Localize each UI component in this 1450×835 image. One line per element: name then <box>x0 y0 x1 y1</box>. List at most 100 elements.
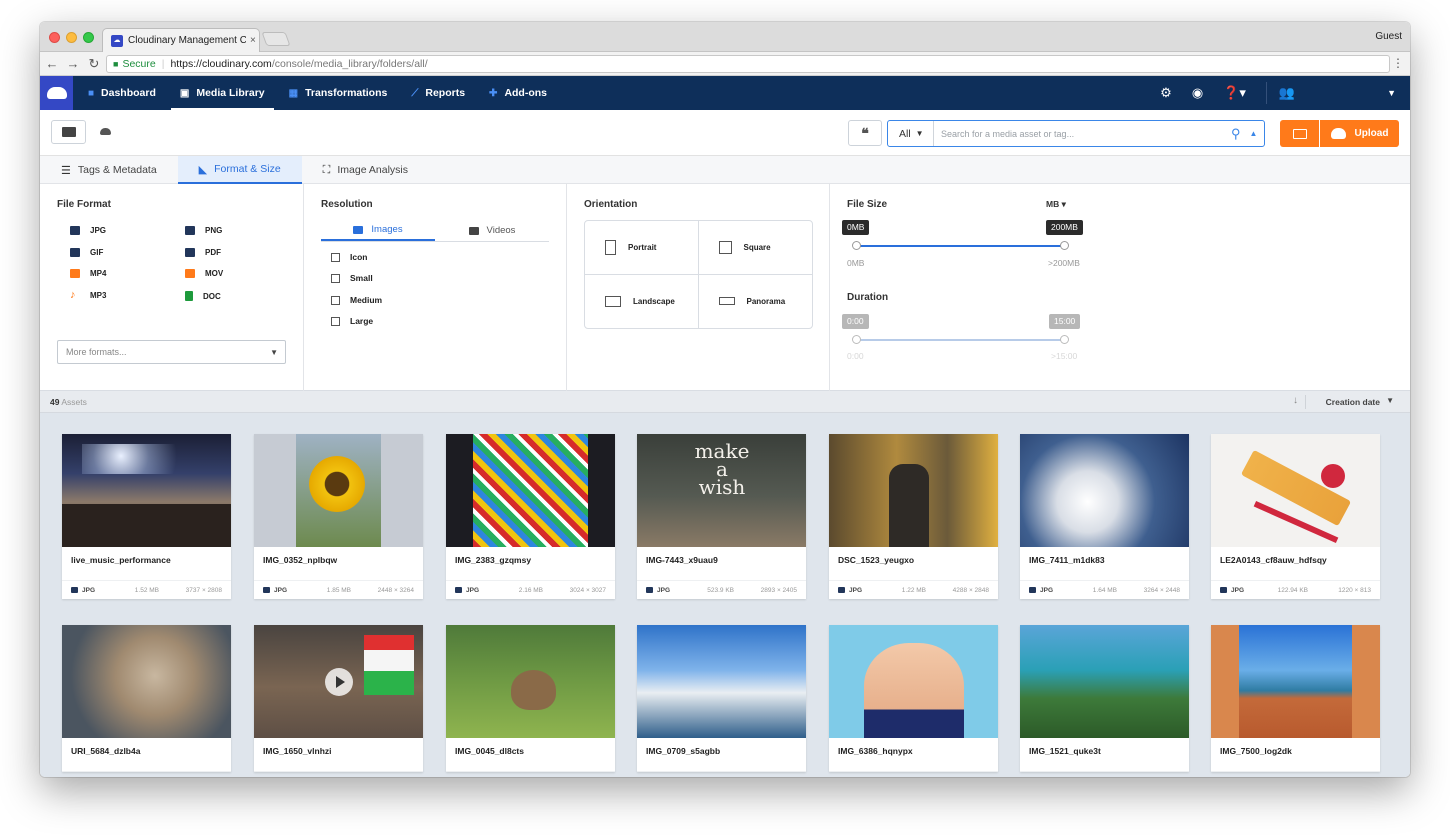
panorama-icon <box>718 297 735 306</box>
asset-thumbnail[interactable]: make a wish <box>637 434 806 547</box>
size-unit-dropdown[interactable]: MB ▾ <box>1046 199 1066 210</box>
asset-thumbnail[interactable] <box>446 434 615 547</box>
cloudinary-logo-icon[interactable] <box>40 76 73 110</box>
asset-card[interactable]: IMG_0352_nplbqw JPG 1.85 MB 2448 × 3264 <box>254 434 423 599</box>
nav-item-media-library[interactable]: ▣ Media Library <box>170 76 274 110</box>
size-min-handle[interactable] <box>852 241 861 250</box>
tab-images[interactable]: Images <box>321 220 435 241</box>
checkbox[interactable] <box>331 316 340 326</box>
asset-card[interactable]: IMG_0045_dl8cts <box>446 625 615 772</box>
tab-tags-metadata[interactable]: ☰ Tags & Metadata <box>40 156 178 184</box>
nav-item-addons[interactable]: ✚ Add-ons <box>480 76 556 110</box>
nav-item-transformations[interactable]: ▦ Transformations <box>280 76 397 110</box>
duration-max-handle[interactable] <box>1060 335 1069 344</box>
folder-view-button[interactable] <box>51 120 86 144</box>
format-option-mp4[interactable]: MP4 <box>70 269 106 278</box>
asset-thumbnail[interactable] <box>1020 625 1189 738</box>
asset-card[interactable]: IMG_2383_gzqmsy JPG 2.16 MB 3024 × 3027 <box>446 434 615 599</box>
format-option-png[interactable]: PNG <box>185 226 222 235</box>
format-option-gif[interactable]: GIF <box>70 248 103 257</box>
asset-thumbnail[interactable] <box>829 434 998 547</box>
asset-thumbnail[interactable] <box>1211 434 1380 547</box>
chevron-down-icon[interactable]: ▼ <box>1386 396 1394 405</box>
browser-tab[interactable]: ☁ Cloudinary Management Conso × <box>102 28 260 52</box>
asset-thumbnail[interactable] <box>254 625 423 738</box>
asset-card[interactable]: make a wish IMG-7443_x9uau9 JPG 523.9 KB 2… <box>637 434 806 599</box>
asset-thumbnail[interactable] <box>446 625 615 738</box>
orientation-panorama[interactable]: Panorama <box>699 275 813 329</box>
gear-icon[interactable]: ⚙ <box>1160 85 1172 101</box>
asset-thumbnail[interactable] <box>1020 434 1189 547</box>
asset-card[interactable]: URI_5684_dzlb4a <box>62 625 231 772</box>
close-window-button[interactable] <box>49 32 60 43</box>
tab-format-size[interactable]: ◣ Format & Size <box>177 156 302 184</box>
asset-thumbnail[interactable] <box>62 434 231 547</box>
asset-card[interactable]: IMG_0709_s5agbb <box>637 625 806 772</box>
tab-close-icon[interactable]: × <box>250 35 256 46</box>
checkbox[interactable] <box>331 295 340 305</box>
orientation-portrait[interactable]: Portrait <box>585 221 699 275</box>
cloud-icon[interactable] <box>100 128 111 135</box>
asset-card[interactable]: IMG_7500_log2dk <box>1211 625 1380 772</box>
format-option-mov[interactable]: MOV <box>185 269 223 278</box>
asset-card[interactable]: IMG_1521_quke3t <box>1020 625 1189 772</box>
asset-format: JPG <box>274 586 288 594</box>
asset-card[interactable]: IMG_1650_vlnhzi <box>254 625 423 772</box>
asset-card[interactable]: LE2A0143_cf8auw_hdfsqy JPG 122.94 KB 122… <box>1211 434 1380 599</box>
asset-thumbnail[interactable] <box>637 625 806 738</box>
resolution-option-medium[interactable]: Medium <box>331 295 382 305</box>
asset-card[interactable]: IMG_7411_m1dk83 JPG 1.64 MB 3264 × 2448 <box>1020 434 1189 599</box>
nav-item-reports[interactable]: ⟋ Reports <box>402 76 474 110</box>
play-icon[interactable] <box>325 668 353 696</box>
stack-icon[interactable]: ◉ <box>1192 85 1203 101</box>
account-menu-caret-icon[interactable]: ▼ <box>1387 88 1396 98</box>
new-tab-button[interactable] <box>261 32 291 46</box>
upload-button[interactable]: Upload <box>1320 120 1399 147</box>
more-formats-dropdown[interactable]: More formats... ▼ <box>57 340 286 364</box>
resolution-option-icon[interactable]: Icon <box>331 252 367 262</box>
asset-thumbnail[interactable] <box>1211 625 1380 738</box>
maximize-window-button[interactable] <box>83 32 94 43</box>
upload-to-screen-button[interactable] <box>1280 120 1319 147</box>
tab-videos[interactable]: Videos <box>435 220 549 241</box>
duration-slider-track[interactable] <box>856 339 1065 341</box>
search-input[interactable] <box>941 128 1211 139</box>
back-arrow-icon[interactable]: ← <box>43 56 61 71</box>
reload-icon[interactable]: ↻ <box>85 56 103 72</box>
sort-direction-icon[interactable]: ↓ <box>1293 395 1298 406</box>
format-option-pdf[interactable]: PDF <box>185 248 221 257</box>
format-option-doc[interactable]: DOC <box>185 291 221 301</box>
advanced-search-toggle-icon[interactable]: ▲ <box>1250 129 1258 138</box>
asset-dimensions: 1220 × 813 <box>1338 586 1371 594</box>
browser-menu-icon[interactable]: ⋮ <box>1392 56 1404 70</box>
asset-thumbnail[interactable] <box>62 625 231 738</box>
forward-arrow-icon[interactable]: → <box>64 56 82 71</box>
tab-image-analysis[interactable]: ⛶ Image Analysis <box>302 156 429 184</box>
search-icon[interactable]: ⚲ <box>1231 126 1241 142</box>
duration-min-handle[interactable] <box>852 335 861 344</box>
asset-card[interactable]: live_music_performance JPG 1.52 MB 3737 … <box>62 434 231 599</box>
profile-label[interactable]: Guest <box>1375 31 1402 42</box>
resolution-option-large[interactable]: Large <box>331 316 373 326</box>
nav-item-dashboard[interactable]: ■ Dashboard <box>79 76 165 110</box>
orientation-landscape[interactable]: Landscape <box>585 274 699 328</box>
format-option-mp3[interactable]: ♪ MP3 <box>70 290 106 301</box>
orientation-square[interactable]: Square <box>698 221 812 275</box>
users-icon[interactable]: 👥 <box>1279 85 1295 101</box>
saved-searches-button[interactable]: ❝ <box>848 120 882 146</box>
help-icon[interactable]: ❓▾ <box>1223 85 1246 101</box>
asset-thumbnail[interactable] <box>829 625 998 738</box>
size-max-handle[interactable] <box>1060 241 1069 250</box>
url-field[interactable]: ■ Secure | https://cloudinary.com /conso… <box>106 55 1390 73</box>
search-scope-dropdown[interactable]: All ▼ <box>888 121 934 146</box>
format-option-jpg[interactable]: JPG <box>70 226 106 235</box>
resolution-option-small[interactable]: Small <box>331 273 373 283</box>
asset-thumbnail[interactable] <box>254 434 423 547</box>
size-slider-track[interactable] <box>856 245 1065 247</box>
asset-card[interactable]: IMG_6386_hqnypx <box>829 625 998 772</box>
minimize-window-button[interactable] <box>66 32 77 43</box>
sort-field-label[interactable]: Creation date <box>1326 397 1380 407</box>
checkbox[interactable] <box>331 273 340 283</box>
checkbox[interactable] <box>331 252 340 262</box>
asset-card[interactable]: DSC_1523_yeugxo JPG 1.22 MB 4288 × 2848 <box>829 434 998 599</box>
